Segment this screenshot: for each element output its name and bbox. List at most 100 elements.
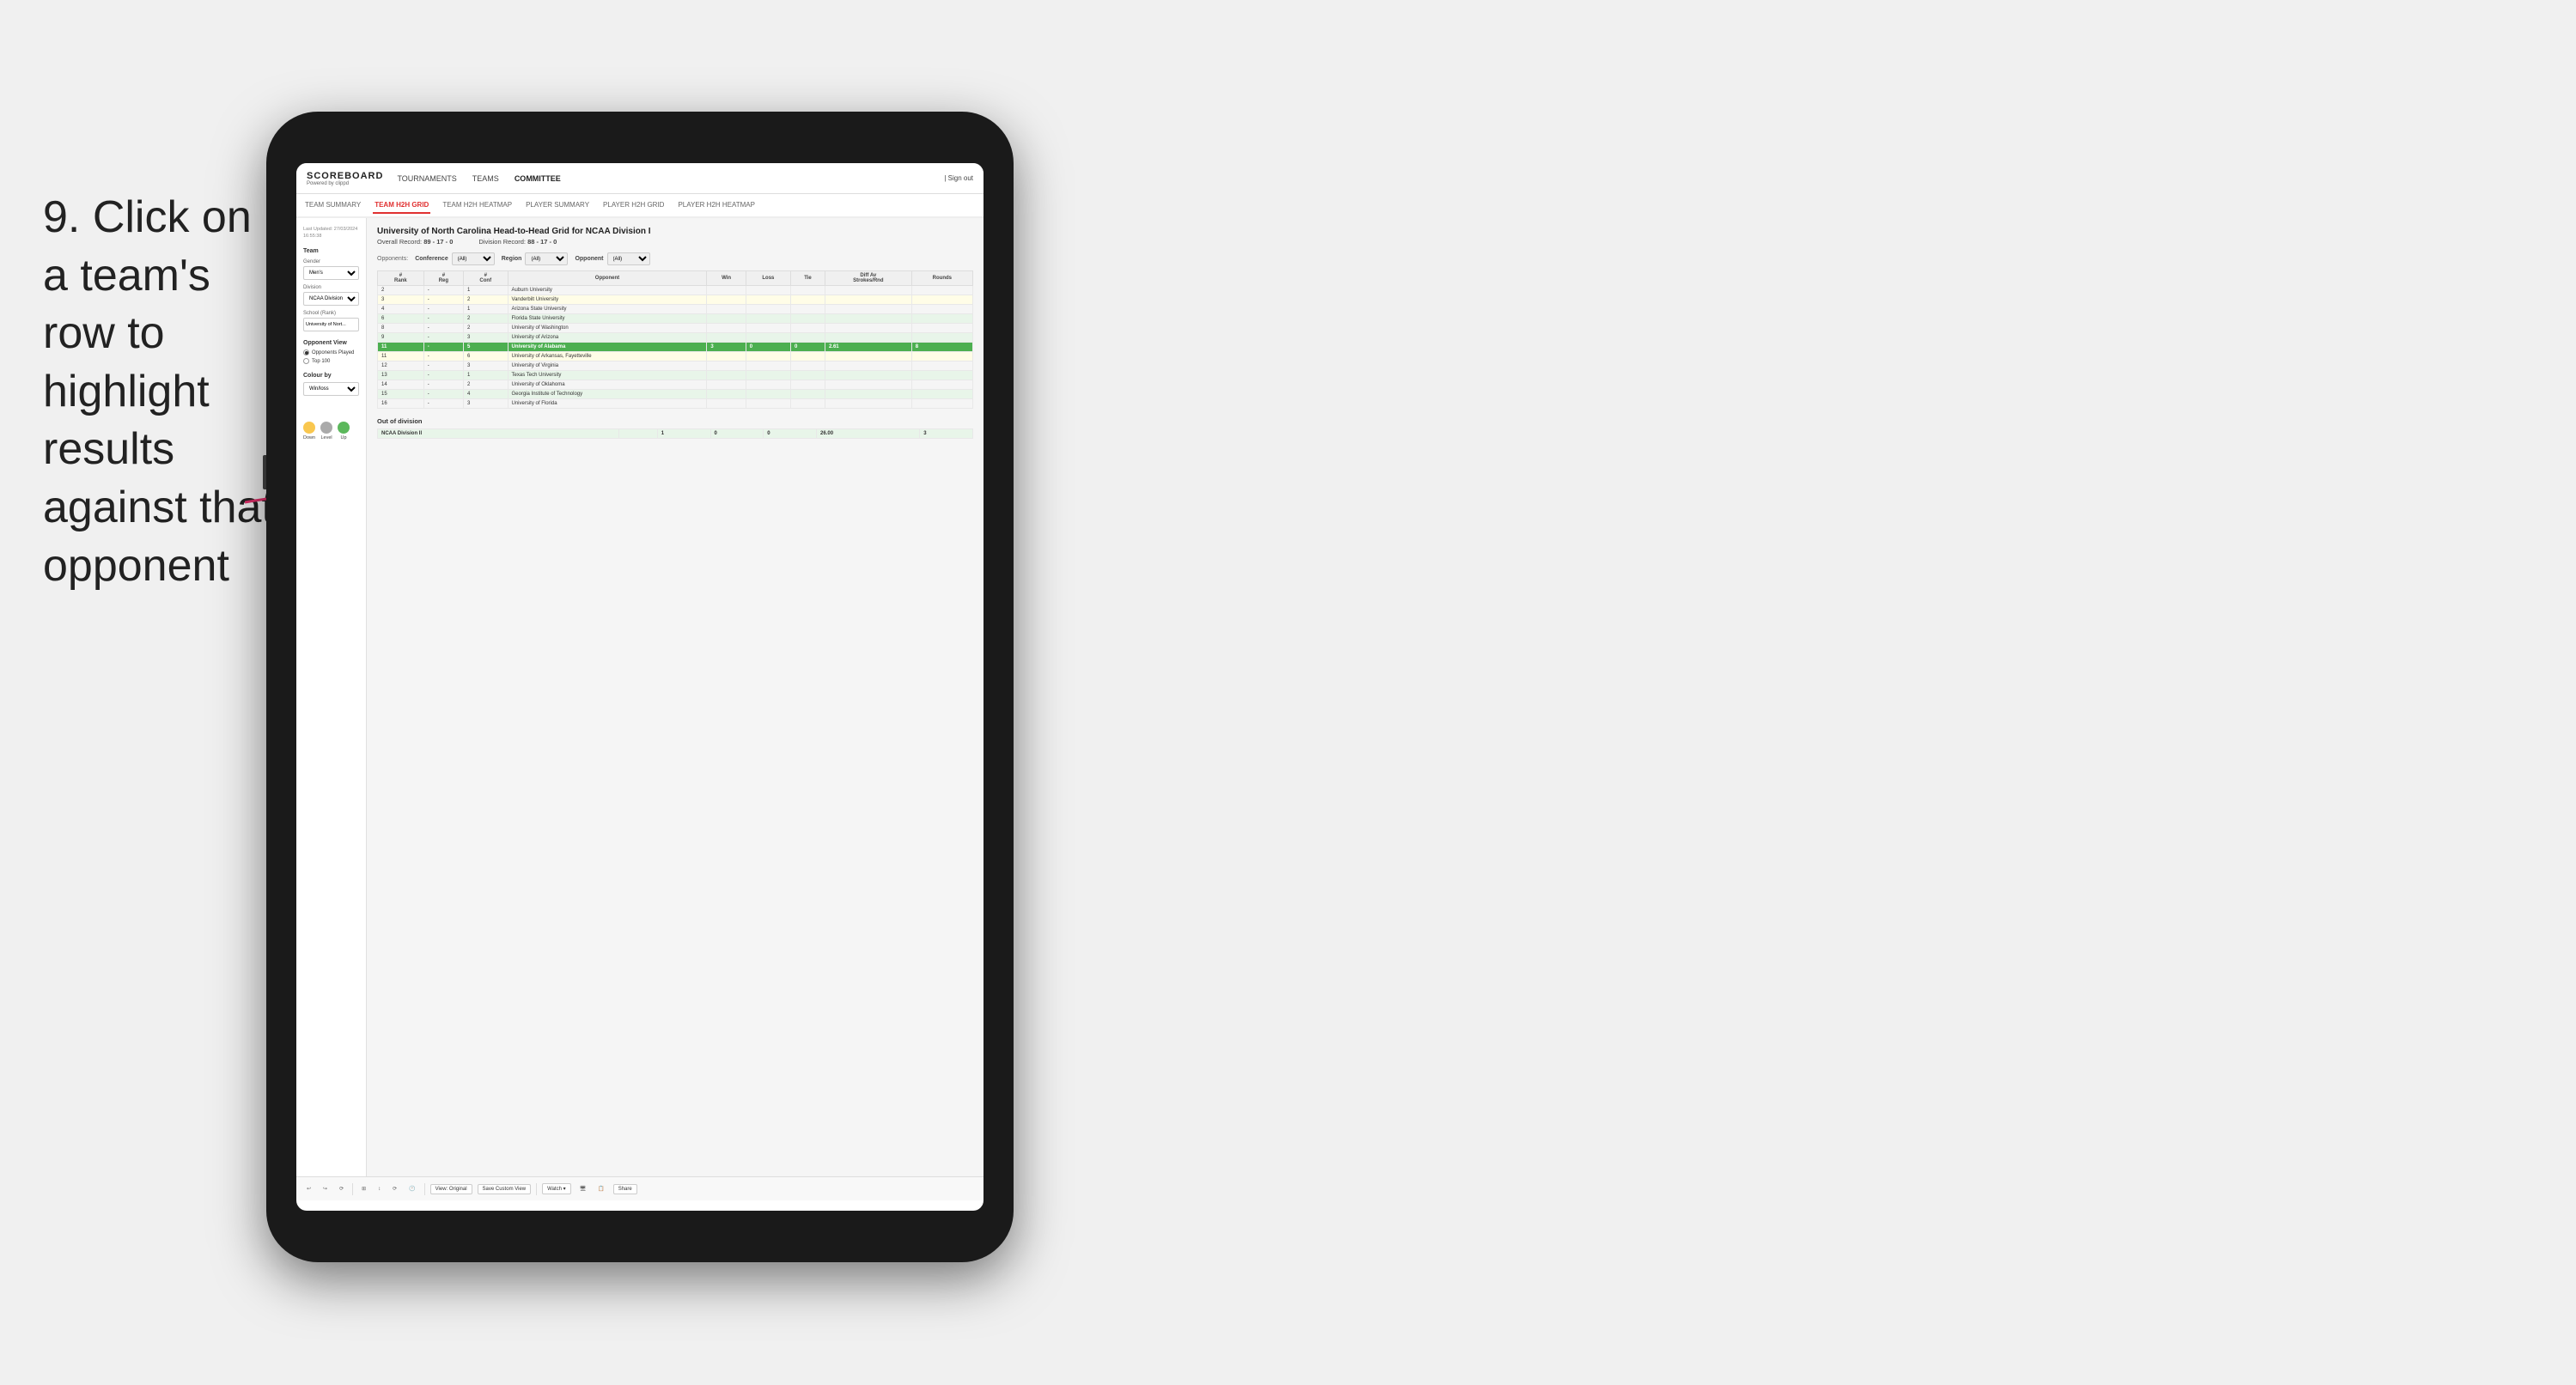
table-row[interactable]: 6-2Florida State University [378,314,973,324]
cell-value: 3 [707,343,746,352]
opponent-select[interactable]: (All) [607,252,650,265]
cell-opponent: University of Virginia [508,361,707,371]
out-of-division-table: NCAA Division II 1 0 0 26.00 3 [377,428,973,439]
overall-record-label: Overall Record: 89 - 17 - 0 [377,238,453,246]
table-header-row: #Rank #Reg #Conf Opponent Win Loss Tie D… [378,271,973,286]
cell-value [911,371,972,380]
table-row[interactable]: 11-5University of Alabama3002.618 [378,343,973,352]
sub-nav-player-summary[interactable]: PLAYER SUMMARY [524,197,591,214]
toolbar-refresh[interactable]: ⟳ [389,1184,400,1194]
cell-value [791,361,825,371]
toolbar-reset[interactable]: ⟳ [336,1184,347,1194]
cell-value [707,295,746,305]
cell-value: 3 [464,333,509,343]
toolbar-watch[interactable]: Watch ▾ [542,1183,570,1194]
toolbar-redo[interactable]: ↪ [320,1184,331,1194]
toolbar-grid[interactable]: ⊞ [358,1184,369,1194]
sidebar-gender-select[interactable]: Men's [303,266,359,280]
ood-label: NCAA Division II [378,429,619,439]
main-content: University of North Carolina Head-to-Hea… [367,218,984,1176]
cell-value: 1 [464,286,509,295]
toolbar-clock[interactable]: 🕐 [405,1184,418,1194]
cell-opponent: University of Washington [508,324,707,333]
table-row[interactable]: 8-2University of Washington [378,324,973,333]
cell-value: 8 [911,343,972,352]
sidebar-school-box[interactable]: University of Nort... [303,318,359,331]
toolbar-expand[interactable]: ↕ [375,1185,384,1194]
sub-nav-team-h2h-heatmap[interactable]: TEAM H2H HEATMAP [441,197,514,214]
toolbar-share[interactable]: Share [613,1184,637,1194]
table-row[interactable]: 16-3University of Florida [378,399,973,409]
radio-top100[interactable]: Top 100 [303,358,359,364]
sidebar-division-select[interactable]: NCAA Division I [303,292,359,306]
nav-teams[interactable]: TEAMS [472,171,499,186]
table-row[interactable]: 15-4Georgia Institute of Technology [378,390,973,399]
cell-opponent: Georgia Institute of Technology [508,390,707,399]
tablet-screen: SCOREBOARD Powered by clippd TOURNAMENTS… [296,163,984,1211]
cell-value: 15 [378,390,424,399]
toolbar-icon1[interactable]: 🖥 [576,1184,590,1194]
radio-opponents-played[interactable]: Opponents Played [303,349,359,355]
table-row[interactable]: 13-1Texas Tech University [378,371,973,380]
cell-value: 1 [464,371,509,380]
cell-value [707,314,746,324]
cell-value [791,286,825,295]
cell-value [791,390,825,399]
col-rounds: Rounds [911,271,972,286]
cell-value [791,295,825,305]
toolbar-icon2[interactable]: 📋 [594,1184,607,1194]
cell-value: 2 [464,324,509,333]
toolbar-view-original[interactable]: View: Original [430,1184,472,1194]
cell-value: - [423,380,463,390]
division-record-label: Division Record: 88 - 17 - 0 [478,238,557,246]
cell-value [911,380,972,390]
cell-value: 16 [378,399,424,409]
logo-powered: Powered by clippd [307,181,383,186]
toolbar-save-custom[interactable]: Save Custom View [478,1184,532,1194]
nav-sign-out[interactable]: | Sign out [944,174,973,182]
cell-value [911,361,972,371]
toolbar-undo[interactable]: ↩ [303,1184,314,1194]
toolbar-sep2 [424,1183,425,1195]
table-row[interactable]: 14-2University of Oklahoma [378,380,973,390]
colour-by-select[interactable]: Win/loss [303,382,359,396]
nav-tournaments[interactable]: TOURNAMENTS [397,171,456,186]
sub-nav-player-h2h-grid[interactable]: PLAYER H2H GRID [601,197,666,214]
cell-value [746,380,790,390]
sub-nav-player-h2h-heatmap[interactable]: PLAYER H2H HEATMAP [676,197,757,214]
cell-value [746,399,790,409]
cell-value [707,286,746,295]
radio-dot-top100 [303,358,309,364]
ood-rounds: 3 [920,429,973,439]
ood-win: 1 [657,429,710,439]
opponent-view-title: Opponent View [303,340,359,346]
sub-nav-team-summary[interactable]: TEAM SUMMARY [303,197,362,214]
nav-committee[interactable]: COMMITTEE [515,171,561,186]
out-of-division-row[interactable]: NCAA Division II 1 0 0 26.00 3 [378,429,973,439]
cell-value [825,390,911,399]
conference-select[interactable]: (All) [452,252,495,265]
table-row[interactable]: 4-1Arizona State University [378,305,973,314]
bottom-toolbar: ↩ ↪ ⟳ ⊞ ↕ ⟳ 🕐 View: Original Save Custom… [296,1176,984,1200]
cell-value: 0 [791,343,825,352]
grid-title: University of North Carolina Head-to-Hea… [377,227,973,236]
cell-value: - [423,352,463,361]
opponent-filter: Opponent (All) [575,252,649,265]
table-row[interactable]: 2-1Auburn University [378,286,973,295]
table-row[interactable]: 11-6University of Arkansas, Fayetteville [378,352,973,361]
cell-value: 2.61 [825,343,911,352]
region-select[interactable]: (All) [525,252,568,265]
logo-scoreboard: SCOREBOARD [307,171,383,181]
table-row[interactable]: 3-2Vanderbilt University [378,295,973,305]
region-filter: Region (All) [502,252,569,265]
opponents-filter-label: Opponents: [377,256,408,262]
sub-nav-team-h2h-grid[interactable]: TEAM H2H GRID [373,197,430,214]
sub-nav: TEAM SUMMARY TEAM H2H GRID TEAM H2H HEAT… [296,194,984,218]
table-row[interactable]: 12-3University of Virginia [378,361,973,371]
sidebar-gender-label: Gender [303,259,359,264]
cell-value [825,361,911,371]
ood-tie: 0 [764,429,817,439]
cell-value: 5 [464,343,509,352]
nav-bar: SCOREBOARD Powered by clippd TOURNAMENTS… [296,163,984,194]
table-row[interactable]: 9-3University of Arizona [378,333,973,343]
